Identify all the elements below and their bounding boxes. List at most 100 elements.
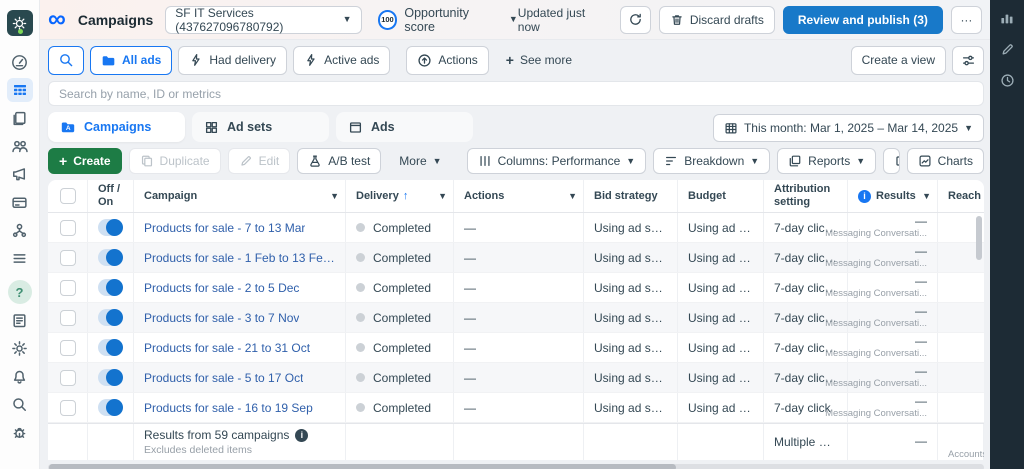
filter-all-ads[interactable]: All ads bbox=[90, 45, 173, 75]
table-row: Products for sale - 7 to 13 Mar Complete… bbox=[48, 213, 984, 243]
see-more-filters-button[interactable]: + See more bbox=[495, 46, 583, 75]
column-header-campaign[interactable]: Campaign ▼ bbox=[134, 180, 346, 212]
row-checkbox[interactable] bbox=[59, 399, 76, 416]
sidebar-item-pages[interactable] bbox=[7, 106, 33, 130]
column-header-budget[interactable]: Budget bbox=[678, 180, 764, 212]
columns-button[interactable]: Columns: Performance ▼ bbox=[466, 148, 647, 174]
campaign-name-link[interactable]: Products for sale - 16 to 19 Sep bbox=[144, 401, 313, 415]
search-icon bbox=[13, 397, 26, 411]
column-header-attribution[interactable]: Attribution setting bbox=[764, 180, 848, 212]
insights-rail-button[interactable] bbox=[999, 10, 1015, 31]
refresh-button[interactable] bbox=[619, 5, 651, 34]
campaign-toggle[interactable] bbox=[98, 339, 123, 356]
sidebar-item-settings[interactable] bbox=[7, 336, 33, 360]
table-summary-row: Results from 59 campaigns i Excludes dele… bbox=[48, 423, 984, 460]
info-icon[interactable]: i bbox=[295, 428, 309, 442]
ad-account-selector[interactable]: SF IT Services (437627096780792) ▼ bbox=[165, 5, 362, 34]
horizontal-scrollbar-thumb[interactable] bbox=[49, 464, 677, 469]
create-button[interactable]: + Create bbox=[48, 148, 122, 174]
sidebar-item-business-settings[interactable] bbox=[7, 218, 33, 242]
more-button[interactable]: More ▼ bbox=[388, 148, 452, 174]
campaign-toggle[interactable] bbox=[98, 399, 123, 416]
column-header-reach[interactable]: Reach bbox=[938, 180, 984, 212]
results-value: — bbox=[915, 274, 927, 289]
info-icon[interactable]: i bbox=[858, 189, 871, 203]
filter-active-ads[interactable]: Active ads bbox=[293, 45, 391, 75]
campaign-name-link[interactable]: Products for sale - 2 to 5 Dec bbox=[144, 281, 299, 295]
sidebar-item-billing[interactable] bbox=[7, 190, 33, 214]
export-icon bbox=[896, 156, 899, 166]
date-range-picker[interactable]: This month: Mar 1, 2025 – Mar 14, 2025 ▼ bbox=[712, 114, 984, 142]
select-all-checkbox[interactable] bbox=[59, 188, 76, 204]
sidebar-item-audiences[interactable] bbox=[7, 134, 33, 158]
meta-logo-icon[interactable]: ∞ bbox=[48, 7, 66, 32]
campaign-name-link[interactable]: Products for sale - 1 Feb to 13 Feb 2022 bbox=[144, 251, 335, 265]
export-button[interactable]: Export bbox=[884, 149, 899, 173]
sidebar-item-account-overview[interactable] bbox=[7, 50, 33, 74]
more-options-button[interactable]: ··· bbox=[950, 5, 982, 34]
tab-ads[interactable]: Ads bbox=[336, 112, 473, 142]
row-checkbox[interactable] bbox=[59, 279, 76, 296]
campaign-toggle[interactable] bbox=[98, 219, 123, 236]
discard-drafts-button[interactable]: Discard drafts bbox=[658, 5, 775, 34]
review-and-publish-button[interactable]: Review and publish (3) bbox=[782, 5, 943, 34]
column-header-bid-strategy[interactable]: Bid strategy bbox=[584, 180, 678, 212]
campaign-name-link[interactable]: Products for sale - 21 to 31 Oct bbox=[144, 341, 310, 355]
app-logo[interactable] bbox=[6, 10, 33, 36]
chevron-down-icon[interactable]: ▼ bbox=[568, 191, 577, 201]
column-header-actions[interactable]: Actions ▼ bbox=[454, 180, 584, 212]
ab-test-button[interactable]: A/B test bbox=[297, 148, 382, 174]
campaign-name-link[interactable]: Products for sale - 7 to 13 Mar bbox=[144, 221, 305, 235]
charts-button[interactable]: Charts bbox=[906, 148, 984, 174]
chevron-down-icon[interactable]: ▼ bbox=[922, 191, 931, 201]
people-icon bbox=[11, 140, 28, 153]
column-header-delivery[interactable]: Delivery ↑ ▼ bbox=[346, 180, 454, 212]
row-checkbox[interactable] bbox=[59, 339, 76, 356]
campaign-toggle[interactable] bbox=[98, 309, 123, 326]
campaign-toggle[interactable] bbox=[98, 249, 123, 266]
chevron-down-icon[interactable]: ▼ bbox=[438, 191, 447, 201]
opportunity-score[interactable]: 100 Opportunity score ▼ bbox=[377, 6, 518, 34]
reach-cell bbox=[938, 303, 984, 332]
column-header-off-on[interactable]: Off / On bbox=[98, 183, 120, 208]
updated-status: Updated just now bbox=[517, 5, 586, 34]
breakdown-button[interactable]: Breakdown ▼ bbox=[653, 148, 771, 174]
budget-value: Using ad set bud... bbox=[688, 220, 753, 235]
search-filter-button[interactable] bbox=[48, 45, 84, 75]
campaign-name-link[interactable]: Products for sale - 3 to 7 Nov bbox=[144, 311, 299, 325]
edit-button[interactable]: Edit bbox=[227, 148, 291, 174]
sidebar-item-updates[interactable] bbox=[7, 308, 33, 332]
reports-button[interactable]: Reports ▼ bbox=[777, 148, 877, 174]
sidebar-item-all-tools[interactable] bbox=[7, 246, 33, 270]
campaign-name-link[interactable]: Products for sale - 5 to 17 Oct bbox=[144, 371, 303, 385]
row-checkbox[interactable] bbox=[59, 219, 76, 236]
sidebar-item-search[interactable] bbox=[7, 392, 33, 416]
row-checkbox[interactable] bbox=[59, 249, 76, 266]
columns-icon bbox=[480, 156, 490, 166]
delivery-status: Completed bbox=[373, 220, 432, 235]
sidebar-item-notifications[interactable] bbox=[7, 364, 33, 388]
duplicate-button[interactable]: Duplicate bbox=[128, 148, 221, 174]
horizontal-scrollbar[interactable] bbox=[48, 464, 984, 469]
filter-had-delivery[interactable]: Had delivery bbox=[178, 45, 288, 75]
campaign-toggle[interactable] bbox=[98, 369, 123, 386]
column-header-results[interactable]: i Results ▼ bbox=[848, 180, 938, 212]
filter-actions[interactable]: Actions bbox=[406, 45, 489, 75]
chevron-down-icon[interactable]: ▼ bbox=[330, 191, 339, 201]
sidebar-item-campaigns[interactable] bbox=[6, 78, 33, 102]
search-input[interactable] bbox=[48, 81, 984, 106]
sidebar-item-help[interactable]: ? bbox=[7, 280, 32, 304]
vertical-scrollbar[interactable] bbox=[976, 216, 982, 260]
reach-cell bbox=[938, 393, 984, 422]
history-rail-button[interactable] bbox=[1000, 73, 1015, 93]
tab-ad-sets[interactable]: Ad sets bbox=[192, 112, 329, 142]
tab-campaigns[interactable]: A Campaigns bbox=[48, 112, 185, 142]
row-checkbox[interactable] bbox=[59, 309, 76, 326]
sidebar-item-advertise[interactable] bbox=[7, 162, 33, 186]
view-settings-button[interactable] bbox=[952, 45, 984, 75]
sidebar-item-report-problem[interactable] bbox=[7, 420, 33, 444]
row-checkbox[interactable] bbox=[59, 369, 76, 386]
campaign-toggle[interactable] bbox=[98, 279, 123, 296]
edit-rail-button[interactable] bbox=[1000, 42, 1015, 62]
create-a-view-button[interactable]: Create a view bbox=[850, 45, 946, 75]
